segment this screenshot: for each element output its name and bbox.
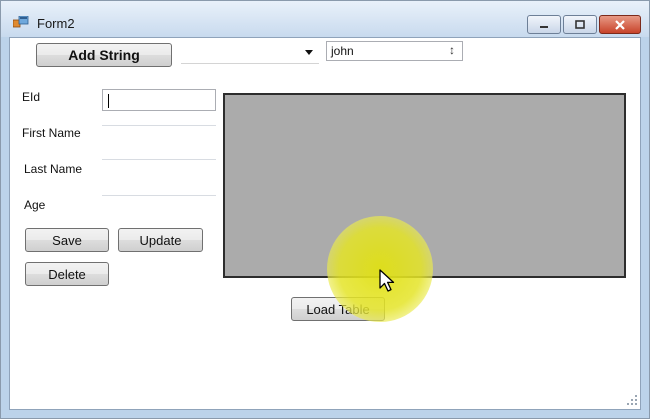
- update-button[interactable]: Update: [118, 228, 203, 252]
- last-name-label: Last Name: [24, 162, 83, 176]
- resize-grip-icon[interactable]: [626, 394, 638, 406]
- last-name-input[interactable]: [102, 138, 216, 160]
- eid-label: EId: [22, 90, 41, 104]
- first-name-label: First Name: [22, 126, 81, 140]
- app-icon: [13, 16, 29, 28]
- chevron-down-icon[interactable]: [305, 50, 313, 55]
- age-input[interactable]: [102, 174, 216, 196]
- minimize-button[interactable]: [527, 15, 561, 34]
- string-combo-box[interactable]: [181, 42, 319, 64]
- title-bar[interactable]: Form2: [1, 1, 649, 37]
- close-icon: [615, 19, 625, 30]
- data-grid-view[interactable]: [223, 93, 626, 278]
- load-table-button[interactable]: Load Table: [291, 297, 385, 321]
- save-button[interactable]: Save: [25, 228, 109, 252]
- add-string-button[interactable]: Add String: [36, 43, 172, 67]
- maximize-icon: [575, 19, 585, 29]
- mouse-pointer-icon: [379, 269, 395, 292]
- close-button[interactable]: [599, 15, 641, 34]
- first-name-input[interactable]: [102, 104, 216, 126]
- name-input-value: john: [331, 44, 354, 58]
- age-label: Age: [24, 198, 46, 212]
- name-input[interactable]: john ↕: [326, 41, 463, 61]
- minimize-icon: [540, 25, 548, 28]
- delete-button[interactable]: Delete: [25, 262, 109, 286]
- window-title: Form2: [37, 16, 75, 31]
- spinner-icon[interactable]: ↕: [449, 43, 455, 57]
- maximize-button[interactable]: [563, 15, 597, 34]
